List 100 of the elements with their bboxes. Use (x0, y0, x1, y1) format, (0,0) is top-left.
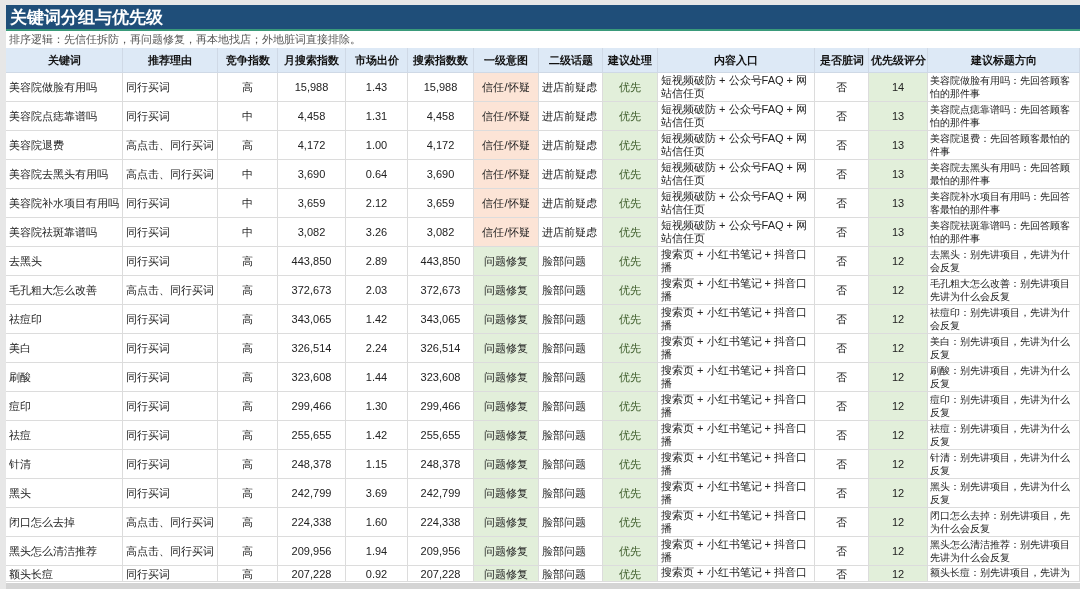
horizontal-scrollbar[interactable] (6, 583, 1080, 589)
table-cell: 1.94 (346, 537, 408, 566)
table-cell: 2.03 (346, 276, 408, 305)
table-cell: 1.15 (346, 450, 408, 479)
column-header: 关键词 (6, 48, 123, 73)
table-cell: 13 (869, 160, 928, 189)
table-cell: 搜索页 + 小红书笔记 + 抖音口 播 (658, 334, 815, 363)
table-cell: 高点击、同行买词 (123, 131, 218, 160)
table-cell: 美容院退费 (6, 131, 123, 160)
table-cell: 优先 (603, 566, 658, 582)
table-cell: 高 (218, 392, 278, 421)
table-cell: 高 (218, 508, 278, 537)
table-cell: 3,659 (278, 189, 346, 218)
table-cell: 优先 (603, 392, 658, 421)
table-cell: 同行买词 (123, 334, 218, 363)
column-header: 竞争指数 (218, 48, 278, 73)
table-cell: 黑头怎么清洁推荐：别先讲项目 先讲为什么会反复 (928, 537, 1080, 566)
column-header: 一级意图 (474, 48, 539, 73)
table-cell: 优先 (603, 160, 658, 189)
column-header: 搜索指数数 (408, 48, 474, 73)
table-cell: 2.12 (346, 189, 408, 218)
table-cell: 343,065 (278, 305, 346, 334)
table-cell: 13 (869, 131, 928, 160)
table-cell: 1.31 (346, 102, 408, 131)
table-cell: 问题修复 (474, 392, 539, 421)
table-cell: 问题修复 (474, 421, 539, 450)
table-cell: 12 (869, 247, 928, 276)
table-cell: 搜索页 + 小红书笔记 + 抖音口 播 (658, 537, 815, 566)
table-cell: 搜索页 + 小红书笔记 + 抖音口 播 (658, 479, 815, 508)
table-cell: 高 (218, 421, 278, 450)
table-cell: 优先 (603, 363, 658, 392)
table-cell: 优先 (603, 479, 658, 508)
table-cell: 问题修复 (474, 479, 539, 508)
table-cell: 痘印 (6, 392, 123, 421)
table-cell: 问题修复 (474, 508, 539, 537)
table-cell: 12 (869, 537, 928, 566)
table-cell: 搜索页 + 小红书笔记 + 抖音口 播 (658, 421, 815, 450)
table-cell: 高 (218, 566, 278, 582)
column-header: 推荐理由 (123, 48, 218, 73)
table-cell: 搜索页 + 小红书笔记 + 抖音口 (658, 566, 815, 582)
table-cell: 299,466 (278, 392, 346, 421)
table-cell: 信任/怀疑 (474, 189, 539, 218)
table-cell: 高 (218, 247, 278, 276)
table-cell: 高 (218, 479, 278, 508)
table-cell: 问题修复 (474, 334, 539, 363)
sort-note: 排序逻辑：先信任拆防，再问题修复，再本地找店；外地脏词直接排除。 (6, 31, 1080, 48)
table-cell: 信任/怀疑 (474, 73, 539, 102)
column-header: 内容入口 (658, 48, 815, 73)
table-cell: 美容院退费：先回答顾客最怕的 件事 (928, 131, 1080, 160)
table-cell: 搜索页 + 小红书笔记 + 抖音口 播 (658, 392, 815, 421)
table-cell: 优先 (603, 189, 658, 218)
table-cell: 高点击、同行买词 (123, 276, 218, 305)
table-cell: 问题修复 (474, 305, 539, 334)
table-cell: 短视频破防 + 公众号FAQ + 网 站信任页 (658, 218, 815, 247)
table-cell: 0.64 (346, 160, 408, 189)
table-cell: 针清：别先讲项目，先讲为什么 反复 (928, 450, 1080, 479)
table-cell: 优先 (603, 334, 658, 363)
table-cell: 同行买词 (123, 450, 218, 479)
table-cell: 同行买词 (123, 421, 218, 450)
table-cell: 同行买词 (123, 247, 218, 276)
table-cell: 问题修复 (474, 276, 539, 305)
table-cell: 中 (218, 189, 278, 218)
table-cell: 中 (218, 218, 278, 247)
table-cell: 信任/怀疑 (474, 131, 539, 160)
column-header: 二级话题 (539, 48, 603, 73)
table-cell: 优先 (603, 131, 658, 160)
table-cell: 闭口怎么去掉：别先讲项目，先 为什么会反复 (928, 508, 1080, 537)
table-cell: 美白：别先讲项目，先讲为什么 反复 (928, 334, 1080, 363)
table-cell: 372,673 (278, 276, 346, 305)
table-cell: 13 (869, 102, 928, 131)
table-cell: 短视频破防 + 公众号FAQ + 网 站信任页 (658, 102, 815, 131)
table-cell: 美容院做脸有用吗 (6, 73, 123, 102)
table-cell: 中 (218, 160, 278, 189)
table-cell: 毛孔粗大怎么改善 (6, 276, 123, 305)
table-cell: 优先 (603, 450, 658, 479)
table-cell: 搜索页 + 小红书笔记 + 抖音口 播 (658, 450, 815, 479)
table-cell: 美容院点痣靠谱吗 (6, 102, 123, 131)
table-cell: 祛痘 (6, 421, 123, 450)
table-cell: 12 (869, 479, 928, 508)
column-header: 建议处理 (603, 48, 658, 73)
table-cell: 优先 (603, 247, 658, 276)
table-cell: 美容院祛斑靠谱吗：先回答顾客 怕的那件事 (928, 218, 1080, 247)
table-cell: 高点击、同行买词 (123, 537, 218, 566)
table-cell: 问题修复 (474, 363, 539, 392)
table-cell: 去黑头 (6, 247, 123, 276)
table-cell: 美容院祛斑靠谱吗 (6, 218, 123, 247)
table-cell: 224,338 (278, 508, 346, 537)
table-cell: 针清 (6, 450, 123, 479)
column-header: 优先级评分 (869, 48, 928, 73)
table-cell: 同行买词 (123, 392, 218, 421)
table-cell: 13 (869, 189, 928, 218)
table-cell: 同行买词 (123, 73, 218, 102)
column-header: 月搜索指数 (278, 48, 346, 73)
table-cell: 1.43 (346, 73, 408, 102)
table-cell: 美容院点痣靠谱吗：先回答顾客 怕的那件事 (928, 102, 1080, 131)
table-cell: 优先 (603, 508, 658, 537)
table-cell: 黑头 (6, 479, 123, 508)
table-cell: 问题修复 (474, 566, 539, 582)
table-cell: 高 (218, 73, 278, 102)
table-cell: 3.26 (346, 218, 408, 247)
